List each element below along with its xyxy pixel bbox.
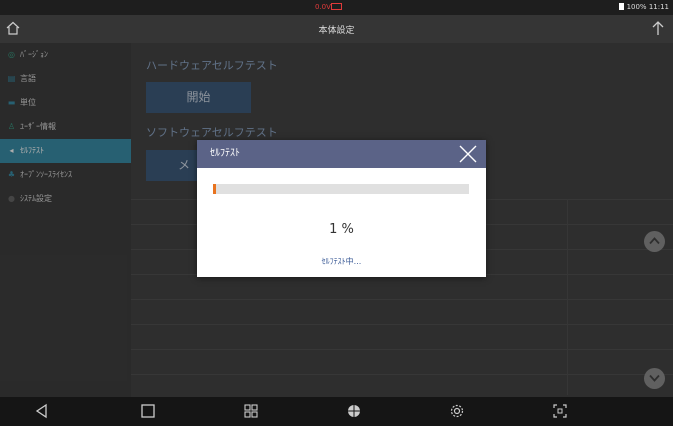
close-icon[interactable] (458, 144, 478, 164)
navigation-bar (0, 397, 673, 426)
vehicle-battery-icon (331, 3, 342, 10)
dialog-header: ｾﾙﾌﾃｽﾄ (197, 140, 486, 168)
recent-apps-icon[interactable] (140, 403, 156, 419)
app-header: 本体設定 (0, 15, 673, 43)
back-icon[interactable] (34, 403, 50, 419)
status-bar: 0.0V 100% 11:11 (0, 0, 673, 15)
progress-percent: 1 % (329, 222, 354, 237)
browser-icon[interactable] (346, 403, 362, 419)
battery-icon (618, 3, 624, 10)
apps-grid-icon[interactable] (243, 403, 259, 419)
voltage-readout: 0.0V (315, 3, 331, 11)
page-title: 本体設定 (318, 26, 355, 36)
upload-icon[interactable] (651, 20, 665, 36)
dialog-title: ｾﾙﾌﾃｽﾄ (210, 148, 240, 159)
battery-level: 100% (626, 3, 647, 11)
clock: 11:11 (648, 3, 669, 11)
status-right: 100% 11:11 (618, 3, 669, 11)
settings-gear-icon[interactable] (449, 403, 465, 419)
progress-bar (213, 184, 469, 194)
progress-message: ｾﾙﾌﾃｽﾄ中... (321, 257, 362, 266)
progress-fill (213, 184, 216, 194)
screenshot-icon[interactable] (552, 403, 568, 419)
selftest-dialog: ｾﾙﾌﾃｽﾄ 1 % ｾﾙﾌﾃｽﾄ中... (197, 140, 486, 277)
